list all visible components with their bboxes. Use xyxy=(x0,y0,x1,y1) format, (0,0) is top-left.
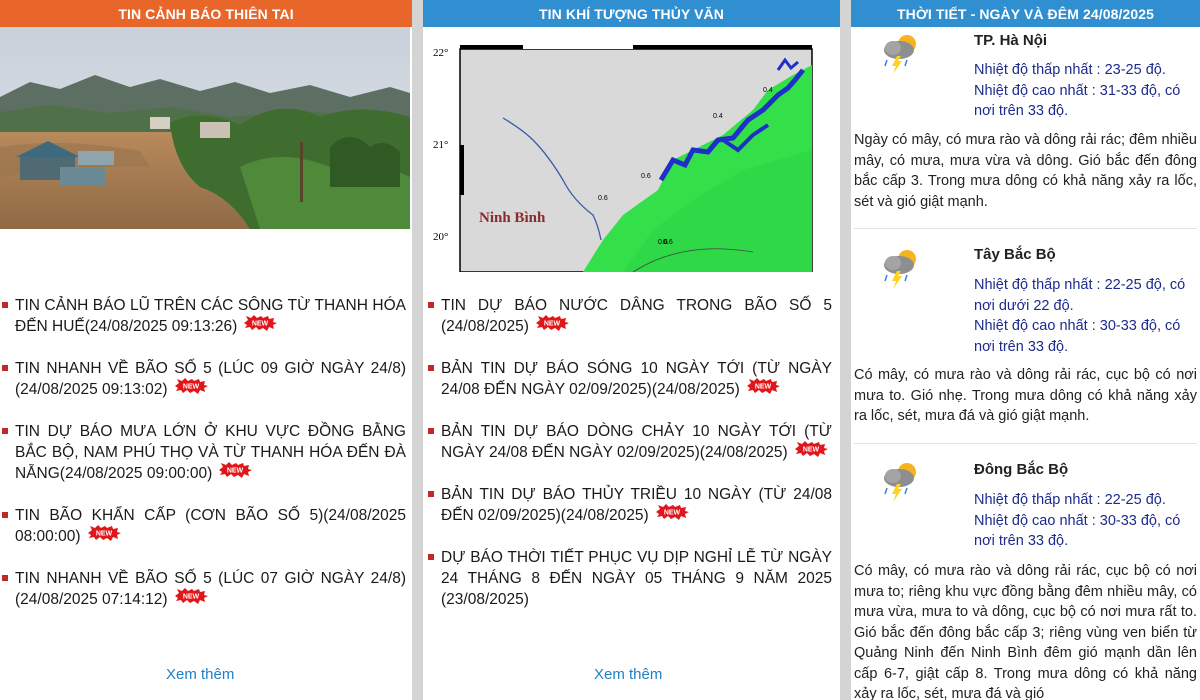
news-item[interactable]: DỰ BÁO THỜI TIẾT PHỤC VỤ DỊP NGHỈ LỄ TỪ … xyxy=(426,547,832,610)
contour-label: 0.4 xyxy=(713,113,723,120)
lat-label: 20° xyxy=(433,231,448,243)
news-item[interactable]: BẢN TIN DỰ BÁO THỦY TRIỀU 10 NGÀY (TỪ 24… xyxy=(426,484,832,527)
news-item[interactable]: BẢN TIN DỰ BÁO SÓNG 10 NGÀY TỚI (TỪ NGÀY… xyxy=(426,358,832,401)
min-temperature: Nhiệt độ thấp nhất : 23-25 độ. xyxy=(974,62,1166,78)
storm-surge-map[interactable]: 22° 21° 20° Ninh Bình 0.4 0.6 0.6 0.4 0.… xyxy=(423,40,840,272)
flood-photo[interactable] xyxy=(0,27,410,229)
temperature-info: Nhiệt độ thấp nhất : 22-25 độ, có nơi dư… xyxy=(974,275,1196,357)
max-temperature: Nhiệt độ cao nhất : 30-33 độ, có nơi trê… xyxy=(974,318,1181,355)
temperature-info: Nhiệt độ thấp nhất : 22-25 độ. Nhiệt độ … xyxy=(974,490,1196,552)
thunderstorm-icon xyxy=(884,463,916,502)
weather-description: Có mây, có mưa rào và dông rải rác, cục … xyxy=(854,563,1197,700)
bullet-icon xyxy=(428,302,434,308)
new-badge-icon: NEW xyxy=(746,378,780,400)
new-badge-icon: NEW xyxy=(218,462,253,484)
news-item[interactable]: TIN DỰ BÁO MƯA LỚN Ở KHU VỰC ĐỒNG BẰNG B… xyxy=(0,421,406,485)
svg-text:NEW: NEW xyxy=(664,510,681,517)
min-temperature: Nhiệt độ thấp nhất : 22-25 độ. xyxy=(974,492,1166,508)
news-item[interactable]: TIN NHANH VỀ BÃO SỐ 5 (LÚC 09 GIỜ NGÀY 2… xyxy=(0,358,406,401)
svg-text:NEW: NEW xyxy=(252,321,269,328)
see-more-link[interactable]: Xem thêm xyxy=(594,666,662,683)
svg-text:NEW: NEW xyxy=(755,384,772,391)
see-more-link[interactable]: Xem thêm xyxy=(166,666,234,683)
disaster-news-list: TIN CẢNH BÁO LŨ TRÊN CÁC SÔNG TỪ THANH H… xyxy=(0,295,406,631)
divider xyxy=(854,228,1197,229)
news-item[interactable]: BẢN TIN DỰ BÁO DÒNG CHẢY 10 NGÀY TỚI (TỪ… xyxy=(426,421,832,464)
new-badge-icon: NEW xyxy=(243,315,278,337)
new-badge-icon: NEW xyxy=(174,588,208,610)
contour-label: 0.6 xyxy=(663,239,673,246)
svg-text:NEW: NEW xyxy=(227,468,244,475)
max-temperature: Nhiệt độ cao nhất : 31-33 độ, có nơi trê… xyxy=(974,82,1181,120)
new-badge-icon: NEW xyxy=(87,525,121,547)
bullet-icon xyxy=(2,428,8,434)
bullet-icon xyxy=(2,512,8,518)
svg-text:NEW: NEW xyxy=(182,384,199,391)
weather-panel: THỜI TIẾT - NGÀY VÀ ĐÊM 24/08/2025 TP. H… xyxy=(851,0,1200,700)
contour-label: 0.6 xyxy=(598,195,608,202)
bullet-icon xyxy=(428,365,434,371)
contour-label: 0.6 xyxy=(641,173,651,180)
hydromet-header[interactable]: TIN KHÍ TƯỢNG THỦY VĂN xyxy=(423,0,840,27)
svg-text:NEW: NEW xyxy=(95,531,112,538)
lat-label: 22° xyxy=(433,47,448,59)
max-temperature: Nhiệt độ cao nhất : 30-33 độ, có nơi trê… xyxy=(974,512,1181,550)
bullet-icon xyxy=(2,365,8,371)
bullet-icon xyxy=(2,575,8,581)
news-item[interactable]: TIN NHANH VỀ BÃO SỐ 5 (LÚC 07 GIỜ NGÀY 2… xyxy=(0,568,406,611)
disaster-warning-panel: TIN CẢNH BÁO THIÊN TAI TIN CẢNH BÁO LŨ T… xyxy=(0,0,412,700)
thunderstorm-icon xyxy=(884,250,916,289)
thunderstorm-icon xyxy=(884,35,916,74)
svg-text:NEW: NEW xyxy=(544,321,561,328)
bullet-icon xyxy=(2,302,8,308)
new-badge-icon: NEW xyxy=(794,441,828,463)
news-item[interactable]: TIN DỰ BÁO NƯỚC DÂNG TRONG BÃO SỐ 5 (24/… xyxy=(426,295,832,338)
svg-text:NEW: NEW xyxy=(803,447,820,454)
new-badge-icon: NEW xyxy=(655,504,689,526)
bullet-icon xyxy=(428,428,434,434)
lat-label: 21° xyxy=(433,139,448,151)
region-name: Đông Bắc Bộ xyxy=(974,461,1069,478)
divider xyxy=(854,443,1197,444)
weather-description: Có mây, có mưa rào và dông rải rác, cục … xyxy=(854,367,1197,424)
new-badge-icon: NEW xyxy=(535,315,569,337)
contour-label: 0.4 xyxy=(763,87,773,94)
map-place-label: Ninh Bình xyxy=(479,210,546,226)
region-name: TP. Hà Nội xyxy=(974,32,1048,49)
disaster-warning-header[interactable]: TIN CẢNH BÁO THIÊN TAI xyxy=(0,0,412,27)
news-item[interactable]: TIN BÃO KHẨN CẤP (CƠN BÃO SỐ 5)(24/08/20… xyxy=(0,505,406,548)
svg-text:NEW: NEW xyxy=(182,594,199,601)
news-item[interactable]: TIN CẢNH BÁO LŨ TRÊN CÁC SÔNG TỪ THANH H… xyxy=(0,295,406,338)
min-temperature: Nhiệt độ thấp nhất : 22-25 độ, có nơi dư… xyxy=(974,277,1186,314)
region-name: Tây Bắc Bộ xyxy=(974,246,1056,263)
temperature-info: Nhiệt độ thấp nhất : 23-25 độ. Nhiệt độ … xyxy=(974,60,1196,122)
hydromet-news-list: TIN DỰ BÁO NƯỚC DÂNG TRONG BÃO SỐ 5 (24/… xyxy=(426,295,832,630)
bullet-icon xyxy=(428,554,434,560)
bullet-icon xyxy=(428,491,434,497)
new-badge-icon: NEW xyxy=(174,378,208,400)
weather-header[interactable]: THỜI TIẾT - NGÀY VÀ ĐÊM 24/08/2025 xyxy=(851,0,1200,27)
weather-description: Ngày có mây, có mưa rào và dông rải rác;… xyxy=(854,132,1197,210)
